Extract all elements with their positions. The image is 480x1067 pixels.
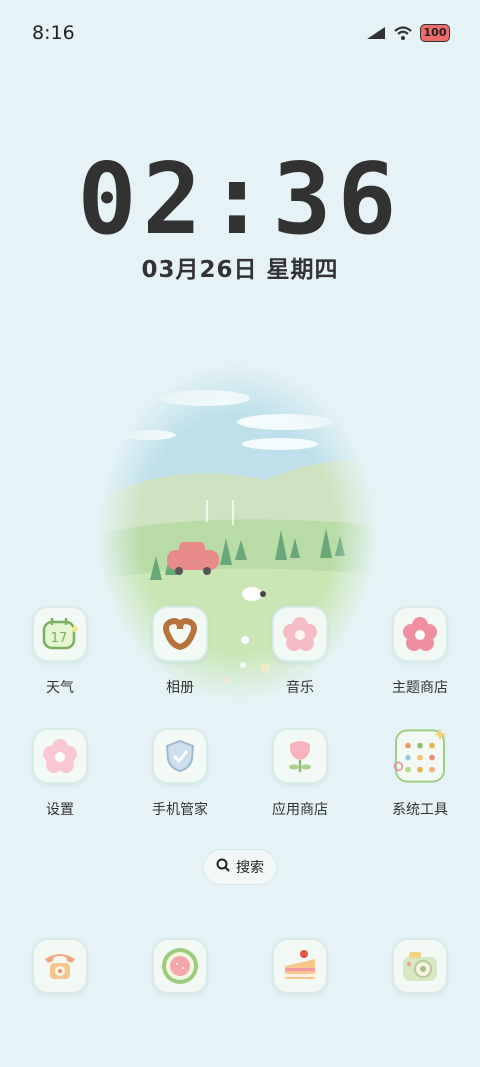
app-label: 相册 bbox=[166, 680, 194, 696]
app-phone-manager[interactable]: 手机管家 bbox=[120, 728, 240, 850]
svg-text:17: 17 bbox=[51, 631, 68, 646]
app-label: 手机管家 bbox=[152, 802, 208, 818]
dock-browser[interactable] bbox=[240, 938, 360, 998]
dock-phone[interactable] bbox=[0, 938, 120, 998]
pretzel-icon[interactable] bbox=[152, 606, 208, 662]
app-label: 天气 bbox=[46, 680, 74, 696]
weather-calendar-icon[interactable]: 17 bbox=[32, 606, 88, 662]
telephone-icon[interactable] bbox=[32, 938, 88, 994]
app-row: 17 天气 相册 音乐 主题商店 bbox=[0, 606, 480, 728]
signal-icon bbox=[366, 26, 386, 40]
search-button[interactable]: 搜索 bbox=[203, 849, 277, 885]
clock-time[interactable]: 02:36 bbox=[0, 148, 480, 252]
app-gallery[interactable]: 相册 bbox=[120, 606, 240, 728]
app-row: 设置 手机管家 应用商店 系统工具 bbox=[0, 728, 480, 850]
status-bar: 8:16 100 bbox=[0, 0, 480, 68]
dock-messages[interactable] bbox=[120, 938, 240, 998]
pink-flower-icon[interactable] bbox=[272, 606, 328, 662]
dock-camera[interactable] bbox=[360, 938, 480, 998]
search-label: 搜索 bbox=[236, 860, 264, 876]
app-weather[interactable]: 17 天气 bbox=[0, 606, 120, 728]
app-grid: 17 天气 相册 音乐 主题商店 设置 手机管家 应用商店 系统工具 bbox=[0, 606, 480, 850]
clock-date[interactable]: 03月26日 星期四 bbox=[0, 250, 480, 284]
app-label: 主题商店 bbox=[392, 680, 448, 696]
app-settings[interactable]: 设置 bbox=[0, 728, 120, 850]
dock bbox=[0, 938, 480, 998]
app-label: 应用商店 bbox=[272, 802, 328, 818]
fruit-slice-icon[interactable] bbox=[152, 938, 208, 994]
tulip-icon[interactable] bbox=[272, 728, 328, 784]
cake-icon[interactable] bbox=[272, 938, 328, 994]
folder-icon[interactable] bbox=[392, 728, 448, 784]
wifi-icon bbox=[394, 26, 412, 40]
battery-indicator: 100 bbox=[420, 24, 450, 42]
shield-icon[interactable] bbox=[152, 728, 208, 784]
status-icons: 100 bbox=[366, 22, 450, 44]
camera-icon[interactable] bbox=[392, 938, 448, 994]
status-time: 8:16 bbox=[32, 22, 75, 44]
app-theme-store[interactable]: 主题商店 bbox=[360, 606, 480, 728]
app-system-tools[interactable]: 系统工具 bbox=[360, 728, 480, 850]
app-music[interactable]: 音乐 bbox=[240, 606, 360, 728]
donut-flower-icon[interactable] bbox=[392, 606, 448, 662]
flower-icon[interactable] bbox=[32, 728, 88, 784]
app-label: 音乐 bbox=[286, 680, 314, 696]
search-icon bbox=[216, 858, 230, 876]
app-app-store[interactable]: 应用商店 bbox=[240, 728, 360, 850]
app-label: 设置 bbox=[46, 802, 74, 818]
app-label: 系统工具 bbox=[392, 802, 448, 818]
